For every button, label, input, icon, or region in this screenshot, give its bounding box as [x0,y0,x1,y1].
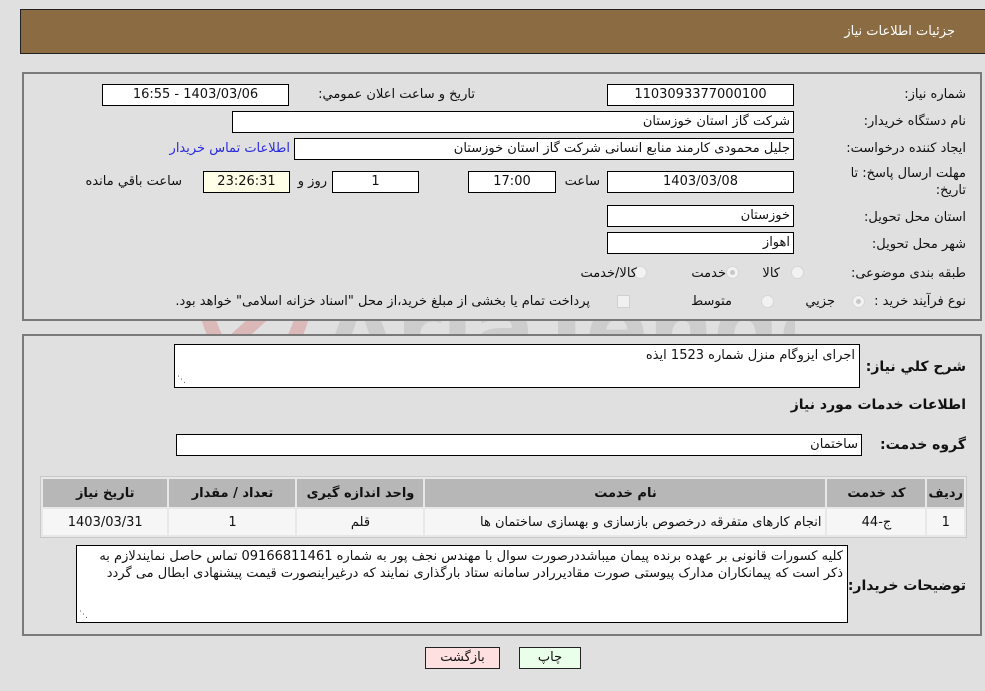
cell-need-date: 1403/03/31 [43,509,168,535]
cell-quantity: 1 [169,509,296,535]
col-service-code: کد خدمت [827,479,926,507]
announce-datetime-field[interactable]: 1403/03/06 - 16:55 [102,84,289,106]
requester-field[interactable]: جلیل محمودی کارمند منابع انسانی شرکت گاز… [294,138,794,160]
deadline-time-field[interactable]: 17:00 [468,171,556,193]
treasury-note: پرداخت تمام یا بخشی از مبلغ خرید،از محل … [175,294,590,309]
cell-service-name: انجام کارهای متفرقه درخصوص بازسازی و بهس… [425,509,826,535]
col-need-date: تاریخ نیاز [43,479,168,507]
buyer-notes-text: کلیه کسورات قانونی بر عهده برنده پیمان م… [99,549,843,581]
buyer-org-field[interactable]: شرکت گاز استان خوزستان [232,111,794,133]
purchase-process-label: نوع فرآیند خرید : [874,294,966,309]
process-radio-minor[interactable] [852,295,865,308]
deadline-label: مهلت ارسال پاسخ: تا [850,166,966,181]
table-row: 1 ج-44 انجام کارهای متفرقه درخصوص بازساز… [43,509,964,535]
general-desc-text: اجرای ایزوگام منزل شماره 1523 ایذه [645,348,855,363]
category-option-goods-service: کالا/خدمت [580,266,637,281]
col-row-number: ردیف [927,479,964,507]
page-header: جزئیات اطلاعات نیاز [20,9,985,54]
deadline-date-field[interactable]: 1403/03/08 [607,171,794,193]
services-heading: اطلاعات خدمات مورد نیاز [790,397,966,413]
process-radio-medium[interactable] [761,295,774,308]
delivery-city-label: شهر محل تحویل: [871,237,966,252]
deadline-time-label: ساعت [564,174,600,189]
resize-grip-icon[interactable]: ⋰ [177,376,186,385]
buyer-notes-label: توضیحات خریدار: [847,578,966,594]
category-label: طبقه بندی موضوعی: [850,266,966,281]
need-details-panel: شرح کلي نیاز: اجرای ایزوگام منزل شماره 1… [22,334,982,636]
process-option-minor: جزيي [805,294,835,309]
category-option-goods: کالا [762,266,780,281]
buyer-contact-link[interactable]: اطلاعات تماس خریدار [170,141,290,156]
delivery-province-field[interactable]: خوزستان [607,205,794,227]
days-label: روز و [297,174,327,189]
remaining-days-field[interactable]: 1 [332,171,419,193]
service-group-label: گروه خدمت: [880,437,966,453]
need-number-field[interactable]: 1103093377000100 [607,84,794,106]
back-button[interactable]: بازگشت [425,647,500,669]
deadline-label-2: تاریخ: [935,183,966,198]
category-radio-service[interactable] [726,266,739,279]
remaining-time-label: ساعت باقي مانده [85,174,182,189]
buyer-org-label: نام دستگاه خریدار: [863,114,966,129]
delivery-province-label: استان محل تحویل: [864,210,966,225]
process-option-medium: متوسط [691,294,732,309]
announce-datetime-label: تاریخ و ساعت اعلان عمومي: [318,87,475,102]
general-desc-textarea[interactable]: اجرای ایزوگام منزل شماره 1523 ایذه ⋰ [174,344,860,388]
col-unit: واحد اندازه گیری [297,479,424,507]
cell-service-code: ج-44 [827,509,926,535]
buyer-notes-textarea[interactable]: کلیه کسورات قانونی بر عهده برنده پیمان م… [76,545,848,623]
services-table: ردیف کد خدمت نام خدمت واحد اندازه گیری ت… [40,476,967,538]
delivery-city-field[interactable]: اهواز [607,232,794,254]
print-button[interactable]: چاپ [519,647,581,669]
category-radio-goods[interactable] [791,266,804,279]
general-desc-label: شرح کلي نیاز: [865,359,966,375]
cell-unit: قلم [297,509,424,535]
page-title: جزئیات اطلاعات نیاز [844,24,955,39]
category-option-service: خدمت [691,266,726,281]
table-header-row: ردیف کد خدمت نام خدمت واحد اندازه گیری ت… [43,479,964,507]
treasury-checkbox[interactable] [617,295,630,308]
resize-grip-icon[interactable]: ⋰ [79,611,88,620]
need-info-panel: شماره نیاز: 1103093377000100 تاریخ و ساع… [22,72,982,321]
requester-label: ایجاد کننده درخواست: [846,141,966,156]
service-group-field[interactable]: ساختمان [176,434,862,456]
cell-row-number: 1 [927,509,964,535]
need-number-label: شماره نیاز: [904,87,966,102]
col-service-name: نام خدمت [425,479,826,507]
col-quantity: تعداد / مقدار [169,479,296,507]
remaining-time-field[interactable]: 23:26:31 [203,171,290,193]
